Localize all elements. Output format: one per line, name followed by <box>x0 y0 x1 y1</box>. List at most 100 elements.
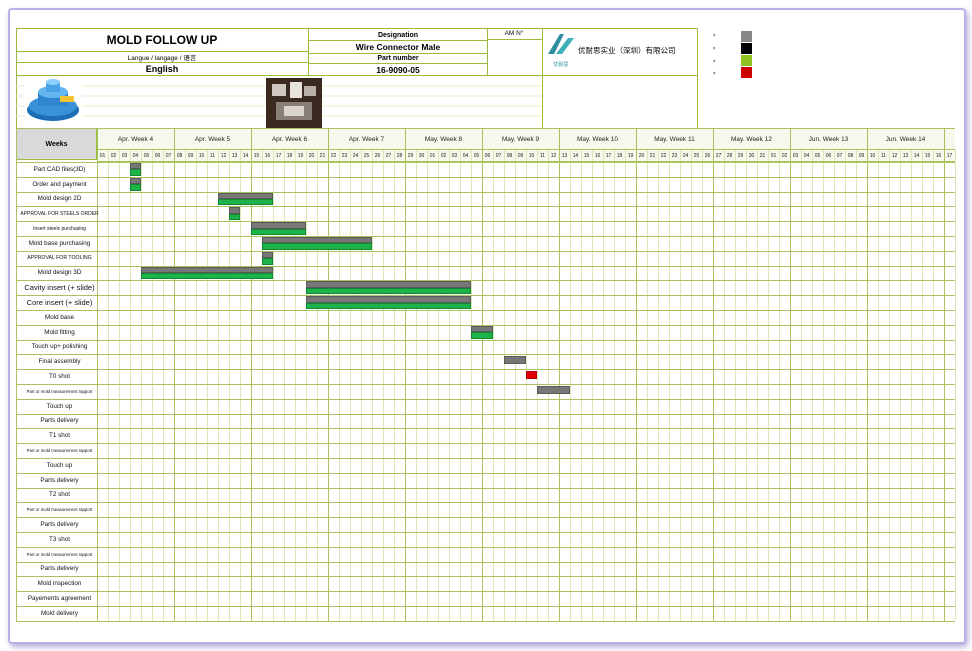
designation-label: Designation <box>377 31 419 39</box>
divider <box>487 39 542 40</box>
task-label[interactable]: Parts delivery <box>16 562 103 577</box>
day-label: 07 <box>495 153 502 159</box>
day-label: 22 <box>330 153 337 159</box>
day-label: 25 <box>693 153 700 159</box>
task-bar-grey[interactable] <box>537 386 570 394</box>
logo-mark-icon <box>548 34 574 54</box>
designation-value[interactable]: Wire Connector Male <box>309 41 487 53</box>
task-label[interactable]: T0 shot <box>16 369 103 384</box>
week-label: Apr. Week 5 <box>194 136 231 143</box>
task-label[interactable]: Part or mold measurement rapport <box>16 502 103 517</box>
task-label[interactable]: Final assembly <box>16 354 103 369</box>
task-bar-red[interactable] <box>526 371 537 379</box>
logo-caption: 优耐思 <box>553 62 569 68</box>
row-line <box>16 236 955 237</box>
row-line <box>16 458 955 459</box>
task-label[interactable]: T2 shot <box>16 488 103 503</box>
day-label: 15 <box>583 153 590 159</box>
row-line <box>16 250 955 252</box>
task-label[interactable]: Part CAD files(3D) <box>16 162 103 177</box>
week-label: Apr. Week 6 <box>271 136 308 143</box>
task-label[interactable]: Part or mold measurement rapport <box>16 384 103 399</box>
task-bar-green[interactable] <box>471 332 493 339</box>
task-label[interactable]: APPROVAL FOR TOOLING <box>16 251 103 266</box>
task-bar-green[interactable] <box>251 228 306 235</box>
row-line <box>16 398 955 400</box>
day-label: 14 <box>242 153 249 159</box>
day-label: 03 <box>451 153 458 159</box>
task-label[interactable]: Cavity insert (+ slide) <box>16 280 103 295</box>
row-line <box>16 384 955 385</box>
part-number-value[interactable]: 16-9090-05 <box>309 64 487 75</box>
task-bar-green[interactable] <box>130 184 141 191</box>
day-label: 10 <box>198 153 205 159</box>
day-label: 03 <box>792 153 799 159</box>
task-label[interactable]: Mold design 3D <box>16 266 103 281</box>
day-separator <box>955 149 956 621</box>
day-label: 24 <box>352 153 359 159</box>
task-bar-green[interactable] <box>262 243 372 250</box>
day-label: 08 <box>506 153 513 159</box>
task-bar-green[interactable] <box>229 213 240 221</box>
task-label[interactable]: T1 shot <box>16 428 103 443</box>
task-label[interactable]: Parts delivery <box>16 517 103 532</box>
task-label[interactable]: Mold fitting <box>16 325 103 340</box>
task-label[interactable]: Order and payment <box>16 177 103 192</box>
task-label[interactable]: Insert steels purchasing <box>16 221 103 236</box>
divider <box>487 28 488 75</box>
day-label: 06 <box>825 153 832 159</box>
task-label[interactable]: Touch up <box>16 458 103 473</box>
day-label: 16 <box>264 153 271 159</box>
task-bar-green[interactable] <box>306 302 471 309</box>
row-line <box>16 206 955 208</box>
row-line <box>16 606 955 607</box>
part-number-label: Part number <box>377 55 419 62</box>
language-value[interactable]: English <box>16 63 308 75</box>
task-label[interactable]: T3 shot <box>16 532 103 547</box>
week-label: May. Week 9 <box>501 136 540 143</box>
task-bar-green[interactable] <box>262 258 273 265</box>
day-label: 18 <box>616 153 623 159</box>
day-label: 11 <box>539 153 546 159</box>
task-bar-green[interactable] <box>218 199 273 206</box>
task-label[interactable]: Mold base <box>16 310 103 325</box>
day-label: 02 <box>440 153 447 159</box>
legend-swatch-black <box>741 43 752 54</box>
task-label[interactable]: Parts delivery <box>16 414 103 429</box>
day-label: 23 <box>341 153 348 159</box>
week-label: Apr. Week 4 <box>117 136 154 143</box>
row-line <box>16 221 955 223</box>
task-label[interactable]: Mold delivery <box>16 606 103 621</box>
task-bar-green[interactable] <box>306 287 471 295</box>
day-label: 20 <box>308 153 315 159</box>
day-label: 27 <box>715 153 722 159</box>
task-label[interactable]: Touch up+ polishing <box>16 340 103 355</box>
company-logo: 优耐思 <box>546 32 576 68</box>
row-line <box>16 413 955 415</box>
task-label[interactable]: Mold base purchasing <box>16 236 103 251</box>
photo-icon <box>266 78 322 128</box>
header-line <box>97 149 955 150</box>
task-bar-green[interactable] <box>141 273 273 280</box>
day-label: 13 <box>561 153 568 159</box>
day-label: 12 <box>220 153 227 159</box>
task-label[interactable]: Mold inspection <box>16 576 103 591</box>
task-bar-grey[interactable] <box>504 356 526 365</box>
task-label[interactable]: Mold design 2D <box>16 192 103 207</box>
legend-marker: ⸗ <box>713 45 716 52</box>
day-label: 25 <box>363 153 370 159</box>
divider <box>542 28 543 129</box>
task-bar-green[interactable] <box>130 169 141 176</box>
day-label: 10 <box>528 153 535 159</box>
day-label: 06 <box>154 153 161 159</box>
task-label[interactable]: Parts delivery <box>16 473 103 488</box>
week-label: May. Week 11 <box>654 136 695 143</box>
day-label: 15 <box>924 153 931 159</box>
task-label[interactable]: Core insert (+ slide) <box>16 295 103 310</box>
task-label[interactable]: Part or mold measurement rapport <box>16 443 103 458</box>
task-label[interactable]: Part or mold measurement rapport <box>16 547 103 562</box>
day-label: 10 <box>869 153 876 159</box>
task-label[interactable]: APPROVAL FOR STEELS ORDER <box>16 206 103 221</box>
task-label[interactable]: Touch up <box>16 399 103 414</box>
task-label[interactable]: Payements agreement <box>16 591 103 606</box>
